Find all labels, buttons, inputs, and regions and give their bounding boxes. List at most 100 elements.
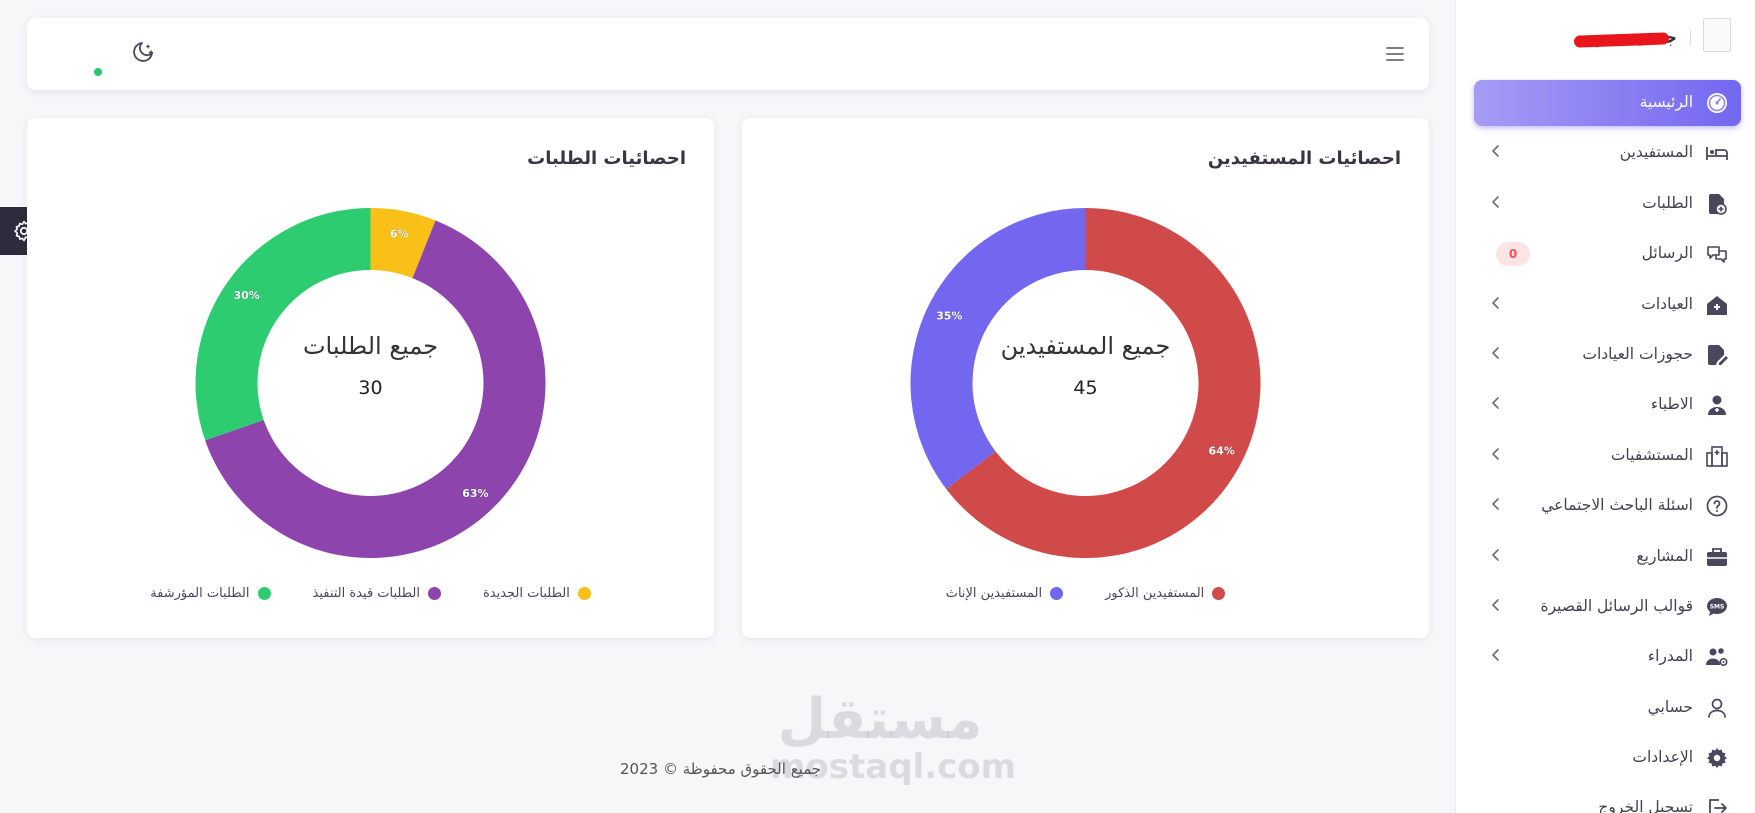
hospital-building-icon [1705,444,1729,468]
clinic-house-icon [1705,293,1729,317]
sidebar-item-1[interactable]: المستفيدين [1474,130,1741,176]
chevron-left-icon [1488,143,1504,159]
question-circle-icon [1705,494,1729,518]
sidebar-item-label: العيادات [1641,294,1693,313]
sidebar-item-2[interactable]: الطلبات [1474,181,1741,227]
menu-toggle-icon[interactable] [1385,44,1405,64]
legend-item[interactable]: المستفيدين الإناث [945,586,1064,601]
file-plus-icon [1705,192,1729,216]
sidebar-item-12[interactable]: حسابي [1474,685,1741,731]
chevron-left-icon [1488,547,1504,563]
sidebar-item-label: اسئلة الباحث الاجتماعي [1541,496,1693,515]
sidebar-item-11[interactable]: المدراء [1474,634,1741,680]
sidebar-item-7[interactable]: المستشفيات [1474,433,1741,479]
legend-item[interactable]: الطلبات الجديدة [483,586,591,601]
legend-marker [427,587,441,600]
chevron-left-icon [1488,295,1504,311]
requests-donut-chart: جميع الطلبات 30 6% 63% 30% [27,208,714,558]
sidebar-item-9[interactable]: المشاريع [1474,534,1741,580]
legend-label: الطلبات الجديدة [482,586,570,601]
dashboard-gauge-icon [1705,91,1729,115]
chat-bubbles-icon [1705,242,1729,266]
brand-logo [1703,18,1731,52]
chart-legend: الطلبات الجديدة الطلبات قيدة التنفيذ الطلب… [27,586,714,601]
requests-donut-svg: جميع الطلبات 30 6% 63% 30% [195,208,546,558]
sidebar-item-label: الرسائل [1641,244,1693,263]
sidebar-item-4[interactable]: العيادات [1474,282,1741,328]
chevron-left-icon [1488,395,1504,411]
slice-data-label: 64% [1209,444,1235,457]
users-gear-icon [1705,645,1729,669]
online-status-dot [94,68,102,76]
doctor-icon [1705,393,1729,417]
chevron-left-icon [1488,345,1504,361]
chevron-left-icon [1488,446,1504,462]
chart-legend: المستفيدين الذكور المستفيدين الإناث [742,586,1429,601]
beneficiaries-donut-chart: جميع المستفيدين 45 64% 35% [742,208,1429,558]
sidebar-item-label: الاطباء [1650,395,1693,414]
sidebar-item-14[interactable]: تسجيل الخروج [1474,785,1741,813]
top-navbar [27,18,1429,90]
donut-center-value: 45 [1073,377,1097,399]
sidebar-item-5[interactable]: حجوزات العيادات [1474,332,1741,378]
sidebar-menu: الرئيسية المستفيدين الطلبات الرسائل 0 العيادا… [1474,80,1741,813]
beneficiaries-donut-svg: جميع المستفيدين 45 64% 35% [910,208,1261,558]
sidebar-item-10[interactable]: SMS قوالب الرسائل القصيرة [1474,584,1741,630]
dark-mode-toggle-icon[interactable] [129,40,155,66]
legend-item[interactable]: الطلبات قيدة التنفيذ [313,586,441,601]
legend-marker [1212,587,1226,600]
card-title: احصائيات الطلبات [527,148,686,169]
sms-bubble-icon: SMS [1705,595,1729,619]
sidebar-item-label: المدراء [1647,647,1693,666]
sidebar-item-3[interactable]: الرسائل 0 [1474,231,1741,277]
slice-data-label: 35% [936,310,962,323]
sidebar-item-13[interactable]: الإعدادات [1474,735,1741,781]
legend-label: المستفيدين الذكور [1105,586,1205,601]
chevron-left-icon [1488,647,1504,663]
sidebar-item-label: الإعدادات [1632,748,1693,767]
gear-icon [1705,746,1729,770]
footer-copyright: جميع الحقوق محفوظة © 2023 [620,760,822,778]
chevron-left-icon [1488,597,1504,613]
bed-icon [1705,141,1729,165]
chevron-left-icon [1488,496,1504,512]
sidebar-item-0[interactable]: الرئيسية [1474,80,1741,126]
slice-data-label: 30% [234,289,260,302]
legend-marker [1050,587,1064,600]
brand[interactable]: جمعية تبي [1481,14,1731,62]
brand-divider [1690,30,1691,46]
sidebar-item-label: حجوزات العيادات [1582,344,1693,363]
legend-marker [577,587,591,600]
user-icon [1705,696,1729,720]
legend-label: الطلبات المؤرشفة [150,586,250,601]
sidebar-item-label: حسابي [1647,697,1693,716]
legend-item[interactable]: الطلبات المؤرشفة [150,586,271,601]
legend-item[interactable]: المستفيدين الذكور [1105,586,1226,601]
sidebar-item-label: تسجيل الخروج [1598,798,1693,813]
logout-icon [1705,796,1729,813]
donut-slice-2[interactable] [195,208,371,441]
legend-marker [257,587,271,600]
legend-label: المستفيدين الإناث [945,586,1043,601]
beneficiaries-stats-card: احصائيات المستفيدين جميع المستفيدين 45 6… [742,118,1429,638]
slice-data-label: 63% [462,487,488,500]
sidebar-item-label: قوالب الرسائل القصيرة [1540,596,1693,615]
unread-messages-badge: 0 [1496,242,1530,267]
sidebar-item-label: المستشفيات [1610,445,1693,464]
chevron-left-icon [1488,194,1504,210]
sidebar-item-6[interactable]: الاطباء [1474,382,1741,428]
donut-center-title: جميع الطلبات [303,332,438,360]
sidebar: جمعية تبي الرئيسية المستفيدين الطلبات الرسا… [1455,0,1755,813]
donut-center-title: جميع المستفيدين [1001,332,1171,360]
sidebar-item-label: الطلبات [1642,193,1693,212]
donut-center-value: 30 [358,377,382,399]
card-title: احصائيات المستفيدين [1207,148,1401,169]
sidebar-item-label: الرئيسية [1639,93,1693,111]
file-edit-icon [1705,343,1729,367]
watermark-arabic: مستقل [777,687,983,752]
briefcase-icon [1705,545,1729,569]
legend-label: الطلبات قيدة التنفيذ [312,586,420,601]
sidebar-item-8[interactable]: اسئلة الباحث الاجتماعي [1474,483,1741,529]
slice-data-label: 6% [390,228,409,241]
sidebar-item-label: المشاريع [1636,546,1693,565]
